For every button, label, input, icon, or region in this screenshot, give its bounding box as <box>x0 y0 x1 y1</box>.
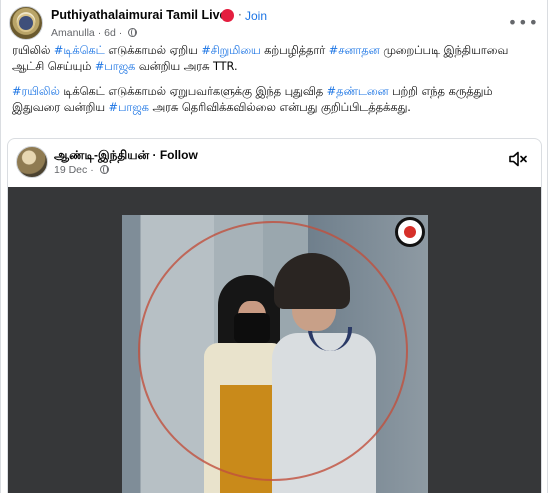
text-run: எடுக்காமல் ஏறிய <box>104 44 202 57</box>
hashtag-link[interactable]: #பாஜக <box>95 60 135 73</box>
text-run: ரயிலில் <box>12 44 54 57</box>
shared-date[interactable]: 19 Dec <box>54 164 87 176</box>
follow-button[interactable]: Follow <box>160 148 198 162</box>
live-badge-icon <box>221 9 234 22</box>
header-separator: · <box>238 8 242 22</box>
video-frame <box>122 215 428 493</box>
shared-meta: 19 Dec · <box>54 164 109 176</box>
page-name-link[interactable]: Puthiyathalaimurai Tamil Live <box>51 8 227 22</box>
post-age[interactable]: 6d <box>104 27 116 39</box>
shared-author-avatar[interactable] <box>16 146 48 178</box>
post-text-paragraph-1: ரயிலில் #டிக்கெட் எடுக்காமல் ஏறிய #சிறும… <box>12 43 538 75</box>
hashtag-link[interactable]: #ரயிலில் <box>12 85 60 98</box>
text-run: அரசு தெரிவிக்கவில்லை என்பது குறிப்பிடத்த… <box>148 101 411 114</box>
shared-post-card[interactable]: ஆண்டி-இந்தியன் · Follow 19 Dec · <box>7 138 542 493</box>
hashtag-link[interactable]: #பாஜக <box>108 101 148 114</box>
channel-logo-icon <box>395 217 425 247</box>
post-header: Puthiyathalaimurai Tamil Live · Join Ama… <box>9 6 541 44</box>
shared-author-name[interactable]: ஆண்டி-இந்தியன் <box>54 148 149 162</box>
page-avatar[interactable] <box>9 6 43 40</box>
author-name[interactable]: Amanulla <box>51 27 95 39</box>
join-button[interactable]: Join <box>245 9 267 23</box>
shared-separator: · <box>152 148 157 162</box>
hashtag-link[interactable]: #சிறுமியை <box>201 44 260 57</box>
globe-icon <box>128 28 138 37</box>
hashtag-link[interactable]: #டிக்கெட் <box>54 44 105 57</box>
highlight-circle <box>138 221 408 481</box>
text-run: டிக்கெட் எடுக்காமல் ஏறுபவர்களுக்கு இந்த … <box>59 85 327 98</box>
text-run: வன்றிய அரசு TTR. <box>135 60 238 73</box>
meta-separator: · <box>118 27 123 39</box>
volume-mute-icon[interactable] <box>509 151 527 167</box>
video-player[interactable] <box>8 187 541 493</box>
post-text-paragraph-2: #ரயிலில் டிக்கெட் எடுக்காமல் ஏறுபவர்களுக… <box>12 84 538 116</box>
post-meta: Amanulla · 6d · <box>51 27 138 39</box>
meta-separator: · <box>97 27 102 39</box>
hashtag-link[interactable]: #சனாதன <box>329 44 380 57</box>
shared-author-line: ஆண்டி-இந்தியன் · Follow <box>54 148 198 164</box>
shared-meta-separator: · <box>90 164 94 176</box>
text-run: கற்பழித்தார் <box>260 44 329 57</box>
globe-icon <box>99 165 109 174</box>
facebook-post: Puthiyathalaimurai Tamil Live · Join Ama… <box>0 0 548 493</box>
more-options-icon[interactable]: ••• <box>508 13 539 32</box>
hashtag-link[interactable]: #தண்டனை <box>327 85 389 98</box>
